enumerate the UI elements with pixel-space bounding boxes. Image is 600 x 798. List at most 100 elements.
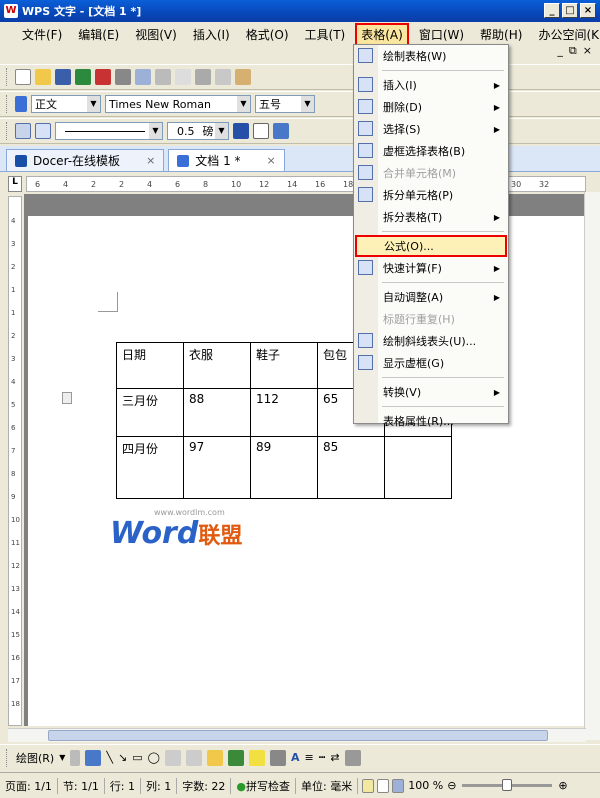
menu-item-10[interactable]: 公式(O)... [355,235,507,257]
open-icon[interactable] [35,69,51,85]
menu-office-space[interactable]: 办公空间(K) [532,24,600,45]
shading-icon[interactable] [273,123,289,139]
chevron-down-icon[interactable]: ▼ [215,123,228,139]
new-icon[interactable] [15,69,31,85]
zoom-slider[interactable] [462,779,553,791]
font-color-icon[interactable]: A [291,751,300,764]
font-size-combo[interactable]: 五号 ▼ [255,95,315,113]
pen-color-icon[interactable] [233,123,249,139]
shadow-icon[interactable] [344,749,361,766]
menu-item-8[interactable]: 拆分表格(T) ▶ [354,206,508,228]
menu-item-2[interactable]: 插入(I) ▶ [354,74,508,96]
cut-icon[interactable] [195,69,211,85]
close-icon[interactable]: × [267,154,276,167]
vertical-scrollbar[interactable] [584,192,600,740]
table-icon[interactable] [15,123,31,139]
line-color-icon[interactable] [269,749,286,766]
close-icon[interactable]: × [146,154,155,167]
zoom-out-icon[interactable]: ⊖ [447,779,456,792]
menu-item-0[interactable]: 绘制表格(W) [354,45,508,67]
toolbar-grip[interactable] [6,122,9,140]
table-cell[interactable]: 88 [183,388,251,437]
status-unit[interactable]: 单位: 毫米 [296,777,359,794]
rectangle-icon[interactable]: ▭ [132,751,142,764]
autoshapes-icon[interactable] [85,749,102,766]
paste-icon[interactable] [235,69,251,85]
ruler-tab-selector[interactable]: L [8,176,22,192]
horizontal-scrollbar[interactable] [8,728,586,742]
menu-window[interactable]: 窗口(W) [413,24,470,45]
table-cell[interactable]: 112 [250,388,318,437]
copy-icon[interactable] [215,69,231,85]
textbox-icon[interactable] [164,749,181,766]
table-style-icon[interactable] [35,123,51,139]
table-cell[interactable]: 衣服 [183,342,251,389]
menu-file[interactable]: 文件(F) [16,24,68,45]
paste-options-icon[interactable] [62,392,72,404]
tab-docer-templates[interactable]: Docer-在线模板 × [6,149,165,171]
table-cell[interactable] [384,436,452,499]
vertical-textbox-icon[interactable] [185,749,202,766]
menu-view[interactable]: 视图(V) [129,24,183,45]
style-icon[interactable] [15,96,27,112]
chevron-down-icon[interactable]: ▼ [59,753,65,762]
fill-color-icon[interactable] [248,749,265,766]
pdf-icon[interactable] [95,69,111,85]
table-cell[interactable]: 97 [183,436,251,499]
page-setup-icon[interactable] [155,69,171,85]
menu-item-4[interactable]: 选择(S) ▶ [354,118,508,140]
menu-help[interactable]: 帮助(H) [474,24,528,45]
outline-view-icon[interactable] [392,778,405,793]
zoom-in-icon[interactable]: ⊕ [558,779,567,792]
menu-item-16[interactable]: 显示虚框(G) [354,352,508,374]
print-icon[interactable] [115,69,131,85]
menu-table[interactable]: 表格(A) [355,22,409,46]
status-word-count[interactable]: 字数: 22 [177,777,232,794]
traditional-chinese-icon[interactable] [175,69,191,85]
menu-insert[interactable]: 插入(I) [187,24,236,45]
save-as-icon[interactable] [75,69,91,85]
toolbar-grip[interactable] [6,95,9,113]
style-combo[interactable]: 正文 ▼ [31,95,101,113]
menu-tools[interactable]: 工具(T) [299,24,352,45]
dash-style-icon[interactable]: ┅ [319,751,326,764]
arrow-style-icon[interactable]: ⇄ [330,751,339,764]
ellipse-icon[interactable]: ◯ [148,751,160,764]
close-button[interactable]: × [580,3,596,18]
tab-document-1[interactable]: 文档 1 * × [168,149,285,171]
picture-icon[interactable] [227,749,244,766]
menu-edit[interactable]: 编辑(E) [72,24,125,45]
toolbar-grip[interactable] [6,748,9,767]
line-weight-combo[interactable]: 0.5 磅 ▼ [167,122,229,140]
borders-icon[interactable] [253,123,269,139]
table-cell[interactable]: 89 [250,436,318,499]
chevron-down-icon[interactable]: ▼ [301,96,314,112]
menu-item-15[interactable]: 绘制斜线表头(U)... [354,330,508,352]
line-icon[interactable]: ╲ [106,751,113,764]
chevron-down-icon[interactable]: ▼ [237,96,250,112]
zoom-level[interactable]: 100 % [408,779,443,792]
mdi-minimize-button[interactable]: _ [557,44,563,58]
print-preview-icon[interactable] [135,69,151,85]
line-style-combo[interactable]: ▼ [55,122,163,140]
draw-menu-button[interactable]: 绘图(R) [16,750,54,766]
menu-item-18[interactable]: 转换(V) ▶ [354,381,508,403]
menu-item-13[interactable]: 自动调整(A) ▶ [354,286,508,308]
zoom-slider-knob[interactable] [502,779,513,791]
menu-item-20[interactable]: 表格属性(R)... [354,410,508,432]
menu-item-5[interactable]: 虚框选择表格(B) [354,140,508,162]
table-cell[interactable]: 四月份 [116,436,184,499]
table-cell[interactable]: 85 [317,436,385,499]
toolbar-grip[interactable] [6,68,9,86]
font-combo[interactable]: Times New Roman ▼ [105,95,251,113]
menu-item-3[interactable]: 删除(D) ▶ [354,96,508,118]
mdi-close-button[interactable]: × [583,44,592,58]
save-icon[interactable] [55,69,71,85]
status-spell-check[interactable]: ●拼写检查 [231,777,297,794]
vertical-ruler[interactable]: 4 3 2 1 1 2 3 4 5 6 7 8 9 10 11 12 13 14 15 16 17 18 [8,196,22,726]
mdi-restore-button[interactable]: ⧉ [569,44,577,58]
menu-item-7[interactable]: 拆分单元格(P) [354,184,508,206]
select-arrow-icon[interactable] [70,749,81,766]
maximize-button[interactable]: □ [562,3,578,18]
web-view-icon[interactable] [377,778,390,793]
